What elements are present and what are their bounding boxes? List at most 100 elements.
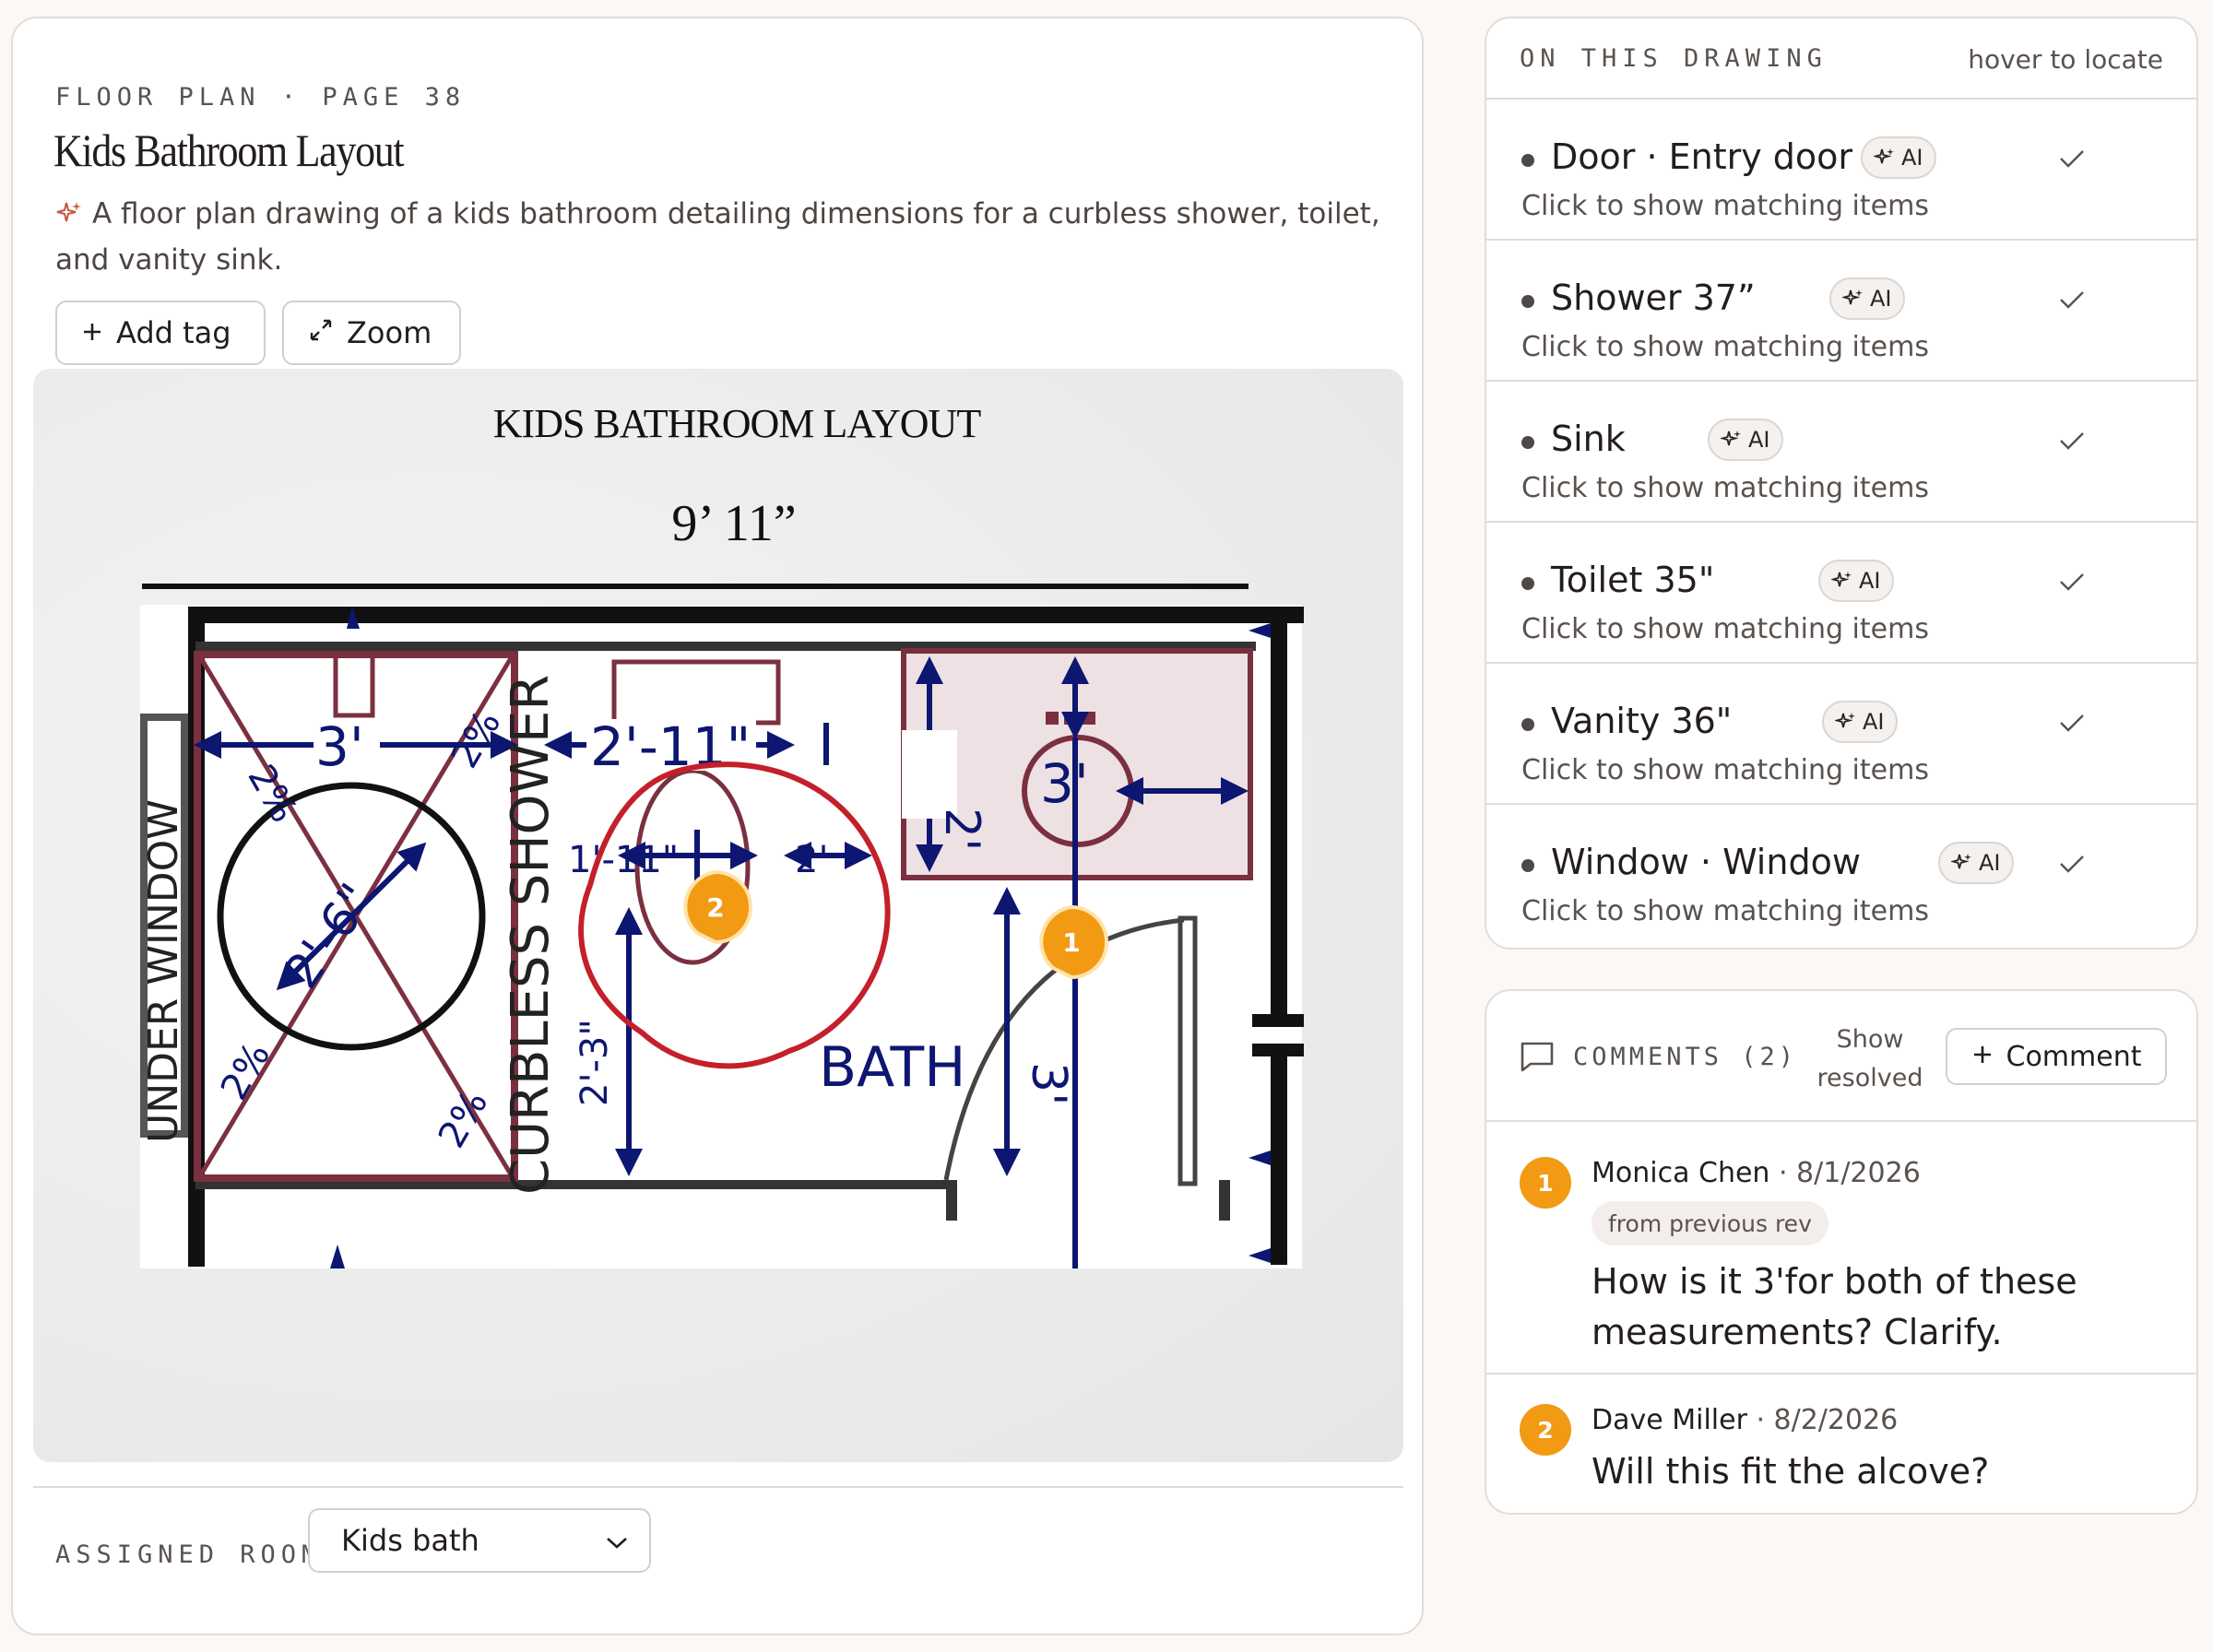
check-icon[interactable]: [2058, 148, 2086, 170]
dim-toilet-clear: 1'-11": [568, 839, 679, 881]
plan-heading: KIDS BATHROOM LAYOUT: [493, 401, 982, 446]
check-icon[interactable]: [2058, 571, 2086, 593]
bullet-dot: [1521, 436, 1534, 449]
comment-author: Dave Miller: [1592, 1404, 1747, 1436]
ai-label: AI: [1863, 709, 1885, 735]
drawing-item-name: Shower 37”: [1551, 277, 1756, 318]
assigned-room-select[interactable]: Kids bath: [308, 1508, 651, 1573]
comment-bubble-icon: [1520, 1041, 1555, 1076]
sparkle-icon: [55, 198, 83, 240]
comment-author-line: Monica Chen · 8/1/2026: [1592, 1157, 1921, 1189]
sparkle-icon: [1874, 148, 1894, 164]
ai-label: AI: [1859, 568, 1881, 594]
dim-toilet-width: 2'-11": [590, 715, 751, 778]
drawing-item[interactable]: Toilet 35" AI Click to show matching items: [1486, 523, 2196, 664]
zoom-label: Zoom: [347, 315, 432, 350]
bullet-dot: [1521, 295, 1534, 308]
drawing-item-name: Sink: [1551, 419, 1626, 459]
comments-header: COMMENTS (2) Show resolved Comment: [1486, 991, 2196, 1122]
comment-date: · 8/1/2026: [1769, 1157, 1921, 1189]
comment-item[interactable]: 2 Dave Miller · 8/2/2026 Will this fit t…: [1486, 1376, 2196, 1513]
ai-label: AI: [1901, 145, 1923, 171]
sparkle-icon: [1842, 289, 1863, 305]
window-label: UNDER WINDOW: [140, 799, 187, 1143]
ai-label: AI: [1748, 427, 1770, 453]
drawing-item[interactable]: Window · Window AI Click to show matching …: [1486, 805, 2196, 946]
sparkle-icon: [1831, 572, 1852, 587]
divider: [33, 1486, 1403, 1488]
drawing-item-name: Toilet 35": [1551, 560, 1715, 600]
plus-icon: [1971, 1041, 1994, 1073]
comment-date: · 8/2/2026: [1746, 1404, 1899, 1436]
plus-icon: [81, 315, 103, 350]
show-resolved-toggle[interactable]: Show resolved: [1796, 1021, 1944, 1098]
drawing-item-hint: Click to show matching items: [1521, 472, 1929, 504]
comment-marker-2[interactable]: 2: [683, 869, 752, 945]
drawing-item-hint: Click to show matching items: [1521, 613, 1929, 645]
ai-badge: AI: [1818, 560, 1894, 602]
check-icon[interactable]: [2058, 712, 2086, 734]
svg-text:2: 2: [706, 892, 724, 923]
drawing-item[interactable]: Vanity 36" AI Click to show matching items: [1486, 664, 2196, 805]
comment-item[interactable]: 1 Monica Chen · 8/1/2026 from previous r…: [1486, 1124, 2196, 1375]
ai-badge: AI: [1938, 842, 2014, 884]
floor-plan-viewer[interactable]: KIDS BATHROOM LAYOUT 9’ 11” 3' 2'-11" 2'…: [33, 369, 1403, 1462]
comment-author: Monica Chen: [1592, 1157, 1770, 1189]
comment-pin: 1: [1520, 1157, 1571, 1209]
ai-badge: AI: [1861, 136, 1936, 179]
bullet-dot: [1521, 718, 1534, 731]
drawing-item-hint: Click to show matching items: [1521, 754, 1929, 786]
shower-label: CURBLESS SHOWER: [501, 675, 561, 1195]
drawing-item[interactable]: Sink AI Click to show matching items: [1486, 382, 2196, 523]
drawing-item-name: Vanity 36": [1551, 701, 1733, 741]
comment-pin: 2: [1520, 1404, 1571, 1456]
drawing-detail-card: FLOOR PLAN · PAGE 38 Kids Bathroom Layou…: [11, 17, 1424, 1635]
drawing-item-name: Window · Window: [1551, 842, 1861, 882]
sparkle-icon: [1835, 713, 1855, 728]
assigned-room-label: ASSIGNED ROOM: [55, 1540, 323, 1569]
ai-label: AI: [1870, 286, 1892, 312]
drawing-item-hint: Click to show matching items: [1521, 331, 1929, 363]
panel-header: ON THIS DRAWING hover to locate: [1486, 18, 2196, 100]
assigned-room-value: Kids bath: [341, 1523, 479, 1558]
dim-shower-width: 3': [315, 715, 364, 778]
panel-title: ON THIS DRAWING: [1520, 44, 1828, 73]
ai-summary: A floor plan drawing of a kids bathroom …: [55, 194, 1383, 281]
bullet-dot: [1521, 859, 1534, 872]
check-icon[interactable]: [2058, 289, 2086, 311]
ai-label: AI: [1979, 850, 2001, 876]
expand-icon: [308, 315, 334, 350]
comment-body: Will this fit the alcove?: [1592, 1451, 1990, 1492]
ai-badge: AI: [1708, 419, 1783, 461]
bullet-dot: [1521, 577, 1534, 590]
check-icon[interactable]: [2058, 430, 2086, 452]
summary-text: A floor plan drawing of a kids bathroom …: [55, 197, 1380, 277]
comment-author-line: Dave Miller · 8/2/2026: [1592, 1404, 1898, 1436]
add-tag-label: Add tag: [116, 315, 231, 350]
dim-toilet-depth: 2'-3": [574, 1019, 616, 1106]
add-comment-label: Comment: [2006, 1040, 2142, 1073]
add-comment-button[interactable]: Comment: [1946, 1028, 2167, 1085]
drawing-item[interactable]: Door · Entry door AI Click to show matchin…: [1486, 100, 2196, 241]
comment-marker-1[interactable]: 1: [1039, 904, 1108, 980]
page-title: Kids Bathroom Layout: [53, 124, 405, 176]
svg-text:1: 1: [1062, 927, 1080, 958]
dim-door-clear: 3': [1021, 1062, 1076, 1105]
page-eyebrow: FLOOR PLAN · PAGE 38: [55, 83, 467, 112]
ai-badge: AI: [1822, 701, 1898, 743]
sparkle-icon: [1951, 854, 1971, 869]
drawing-item-name: Door · Entry door: [1551, 136, 1853, 177]
previous-rev-badge: from previous rev: [1592, 1201, 1828, 1245]
dim-sink-width: 3': [1040, 752, 1089, 815]
check-icon[interactable]: [2058, 853, 2086, 875]
panel-hint: hover to locate: [1968, 44, 2163, 75]
zoom-button[interactable]: Zoom: [282, 301, 461, 365]
floor-plan-drawing: KIDS BATHROOM LAYOUT 9’ 11” 3' 2'-11" 2'…: [140, 401, 1304, 1268]
on-this-drawing-panel: ON THIS DRAWING hover to locate Door · E…: [1485, 17, 2198, 950]
drawing-item[interactable]: Shower 37” AI Click to show matching items: [1486, 241, 2196, 382]
bullet-dot: [1521, 154, 1534, 167]
overall-dimension: 9’ 11”: [671, 495, 796, 552]
room-label: BATH: [819, 1035, 965, 1100]
add-tag-button[interactable]: Add tag: [55, 301, 266, 365]
comments-panel: COMMENTS (2) Show resolved Comment 1 Mon…: [1485, 989, 2198, 1515]
